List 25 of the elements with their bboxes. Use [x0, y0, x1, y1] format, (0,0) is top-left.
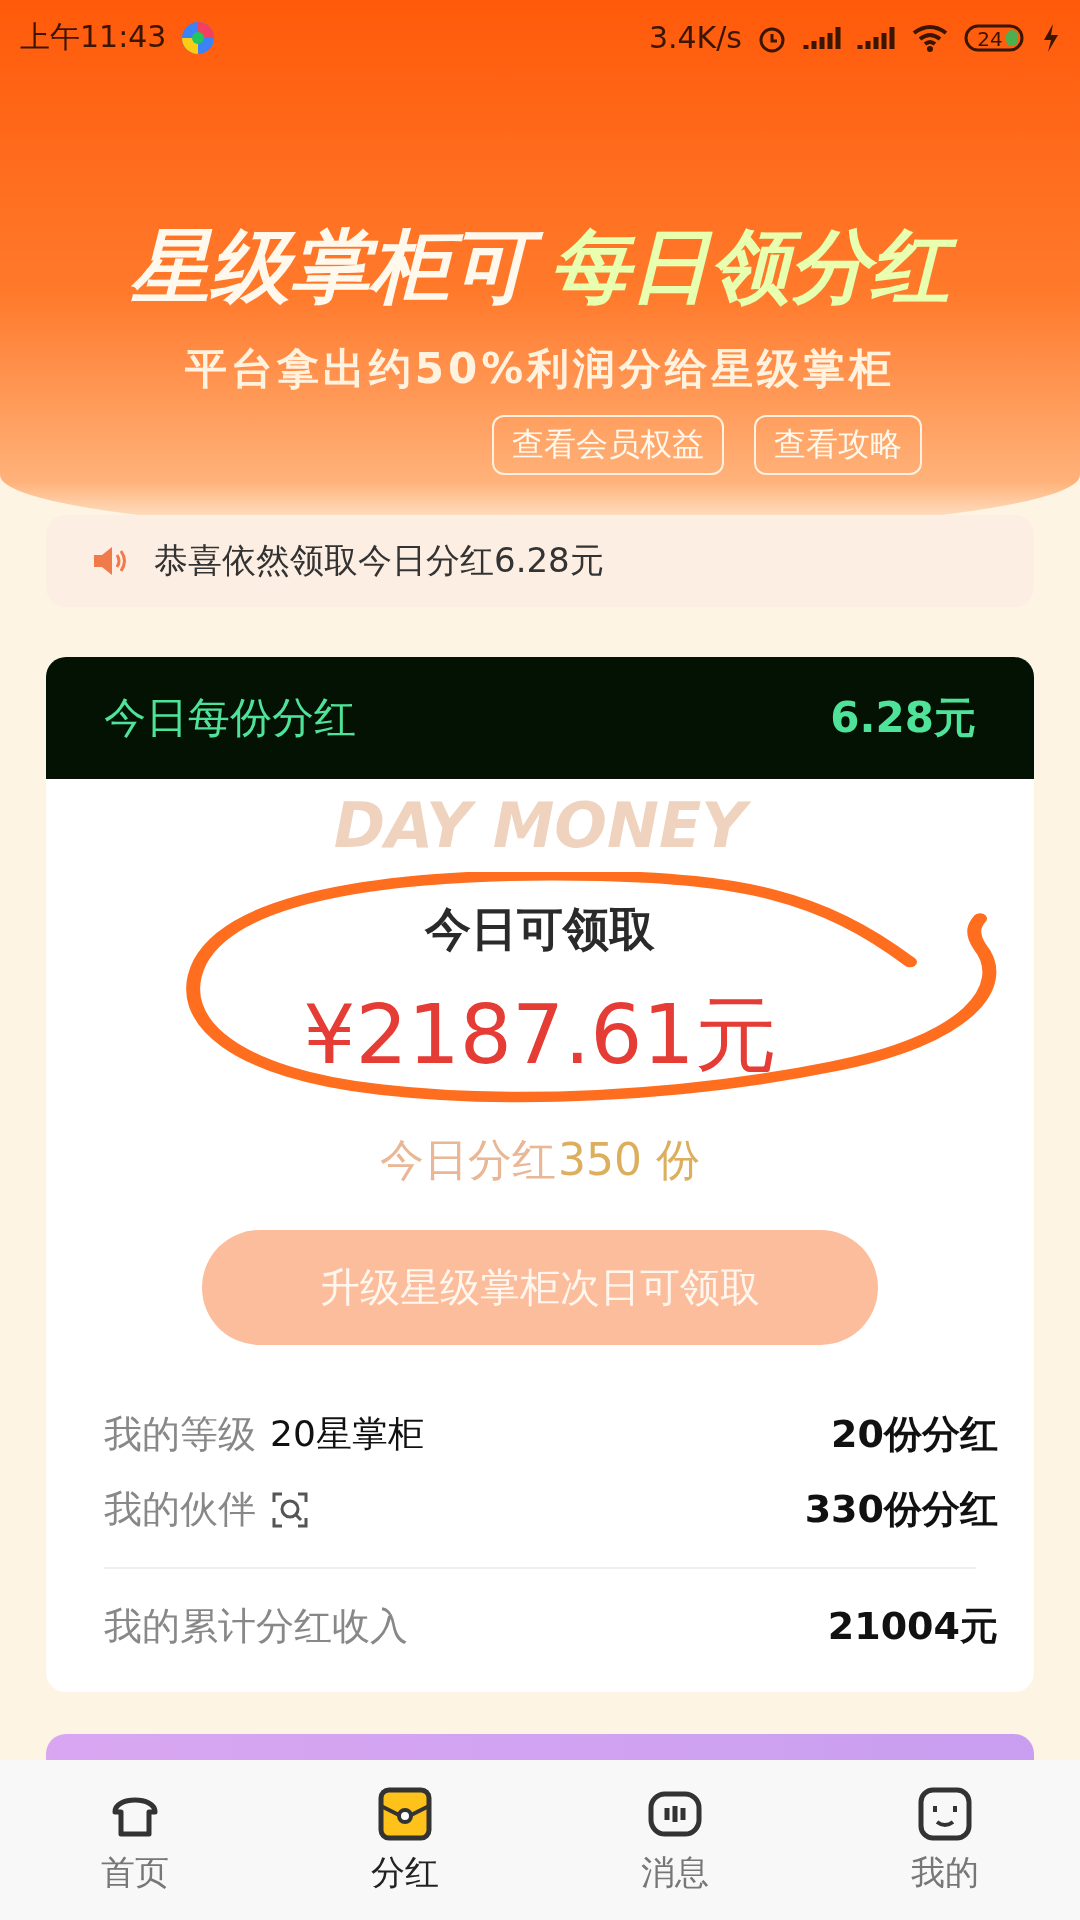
claim-label: 今日可领取 [425, 901, 655, 958]
status-time: 上午11:43 [20, 18, 167, 56]
nav-tab[interactable]: 消息 [540, 1760, 810, 1920]
charging-icon [1042, 22, 1060, 53]
wifi-icon [910, 22, 950, 53]
nav-tab[interactable]: 分红 [270, 1760, 540, 1920]
total-label: 我的累计分红收入 [104, 1603, 408, 1650]
total-value: 21004元 [827, 1603, 998, 1650]
notice-text: 恭喜依然领取今日分红6.28元 [154, 539, 604, 582]
stat-label: 我的伙伴 [104, 1486, 256, 1533]
banner-subtitle: 平台拿出约50%利润分给星级掌柜 [184, 343, 896, 395]
nav-tab[interactable]: 首页 [0, 1760, 270, 1920]
header-label: 今日每份分红 [104, 692, 356, 744]
shares-text: 今日分红350 份 [380, 1133, 700, 1187]
stat-label: 我的等级 [104, 1411, 256, 1458]
stat-value: 330份分红 [804, 1486, 998, 1533]
header-value: 6.28元 [830, 692, 976, 744]
banner-title: 星级掌柜可 每日领分红 [106, 215, 974, 319]
network-speed: 3.4K/s [648, 20, 742, 55]
stat-value: 20份分红 [831, 1411, 998, 1458]
app-logo-icon [180, 19, 217, 56]
nav-tab[interactable]: 我的 [810, 1760, 1080, 1920]
claim-amount: ¥2187.61元 [303, 986, 777, 1084]
watermark-text: DAY MONEY [317, 787, 763, 865]
level-value: 20星掌柜 [270, 1412, 424, 1456]
